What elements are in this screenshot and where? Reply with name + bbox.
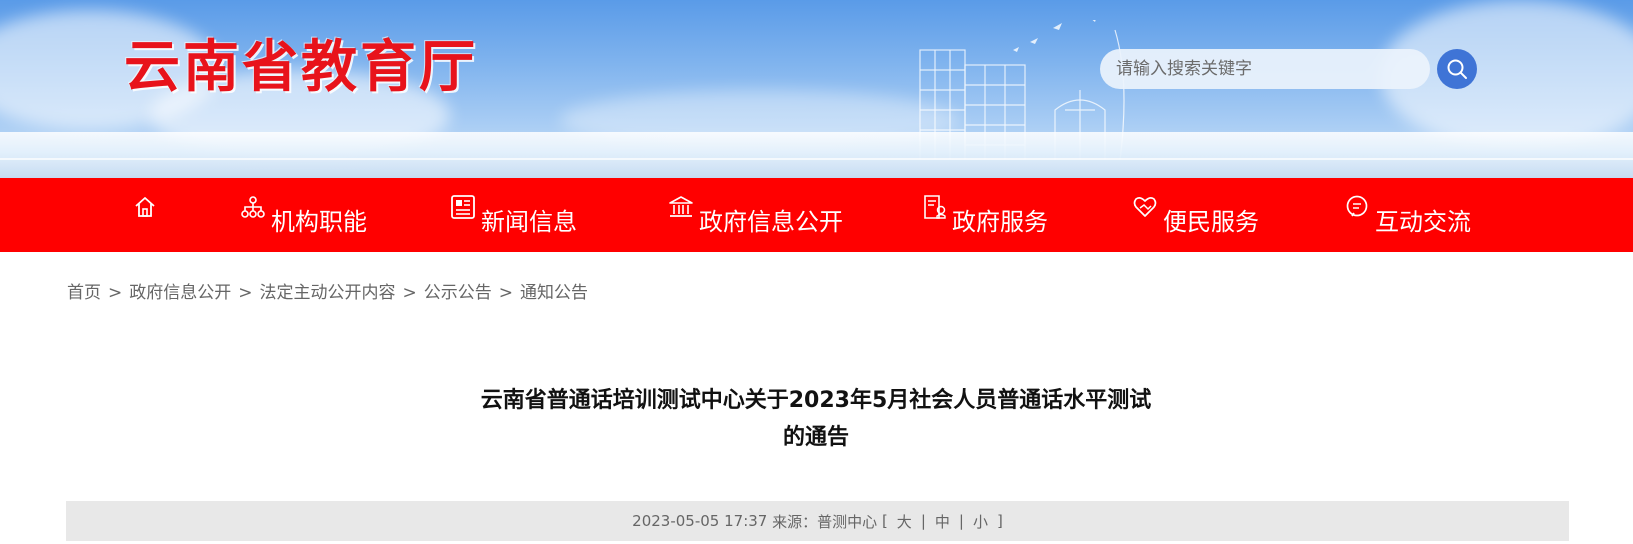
pipe-divider: | <box>958 512 964 530</box>
breadcrumb-separator: > <box>108 283 123 303</box>
font-size-large-button[interactable]: 大 <box>897 511 912 532</box>
newspaper-icon <box>451 195 475 219</box>
nav-label-gov-info: 政府信息公开 <box>699 207 843 236</box>
home-icon <box>135 197 155 217</box>
main-nav: 机构职能 新闻信息 政府信息公开 政府服务 便民服务 互动交流 <box>0 178 1633 252</box>
search-button[interactable] <box>1437 49 1477 89</box>
article-title-line1: 云南省普通话培训测试中心关于2023年5月社会人员普通话水平测试 <box>480 388 1152 413</box>
nav-item-interaction[interactable]: 互动交流 <box>1343 178 1471 252</box>
nav-label-organization: 机构职能 <box>271 207 367 236</box>
bracket-open: [ <box>881 512 888 530</box>
nav-label-gov-service: 政府服务 <box>952 207 1048 236</box>
article-meta-bar: 2023-05-05 17:37 来源： 普测中心 [ 大 | 中 | 小] <box>66 501 1569 541</box>
nav-label-news: 新闻信息 <box>481 207 577 236</box>
breadcrumb-separator: > <box>498 283 513 303</box>
font-size-medium-button[interactable]: 中 <box>935 511 950 532</box>
pipe-divider: | <box>920 512 926 530</box>
font-size-small-button[interactable]: 小 <box>973 511 988 532</box>
government-building-icon <box>669 196 693 217</box>
breadcrumb-public-notice[interactable]: 公示公告 <box>424 283 492 303</box>
article-source: 普测中心 <box>817 512 878 531</box>
chat-bubble-icon <box>1346 195 1368 217</box>
heart-hand-icon <box>1133 197 1157 217</box>
bracket-close: ] <box>996 512 1003 530</box>
nav-item-gov-service[interactable]: 政府服务 <box>920 178 1048 252</box>
nav-label-convenience: 便民服务 <box>1163 207 1259 236</box>
nav-item-news[interactable]: 新闻信息 <box>449 178 577 252</box>
nav-label-interaction: 互动交流 <box>1375 207 1471 236</box>
article-title: 云南省普通话培训测试中心关于2023年5月社会人员普通话水平测试 的通告 <box>416 382 1216 456</box>
breadcrumb-gov-info[interactable]: 政府信息公开 <box>129 283 231 303</box>
article-datetime: 2023-05-05 17:37 <box>632 512 768 530</box>
breadcrumb-statutory-content[interactable]: 法定主动公开内容 <box>260 283 396 303</box>
source-label: 来源： <box>772 512 818 531</box>
article-title-line2: 的通告 <box>782 425 849 450</box>
nav-item-gov-info[interactable]: 政府信息公开 <box>667 178 843 252</box>
breadcrumb-separator: > <box>402 283 417 303</box>
site-title[interactable]: 云南省教育厅 <box>124 32 478 102</box>
search-icon <box>1447 59 1467 79</box>
breadcrumb-separator: > <box>238 283 253 303</box>
breadcrumb: 首页 > 政府信息公开 > 法定主动公开内容 > 公示公告 > 通知公告 <box>67 278 588 303</box>
search-input[interactable] <box>1100 49 1430 89</box>
search-bar <box>1100 49 1478 89</box>
breadcrumb-notification[interactable]: 通知公告 <box>520 283 588 303</box>
nav-item-convenience[interactable]: 便民服务 <box>1131 178 1259 252</box>
service-document-icon <box>924 195 946 219</box>
org-structure-icon <box>241 196 265 218</box>
nav-item-organization[interactable]: 机构职能 <box>239 178 367 252</box>
breadcrumb-home[interactable]: 首页 <box>67 283 101 303</box>
nav-item-home[interactable] <box>131 178 163 252</box>
header-banner: 云南省教育厅 <box>0 0 1633 178</box>
